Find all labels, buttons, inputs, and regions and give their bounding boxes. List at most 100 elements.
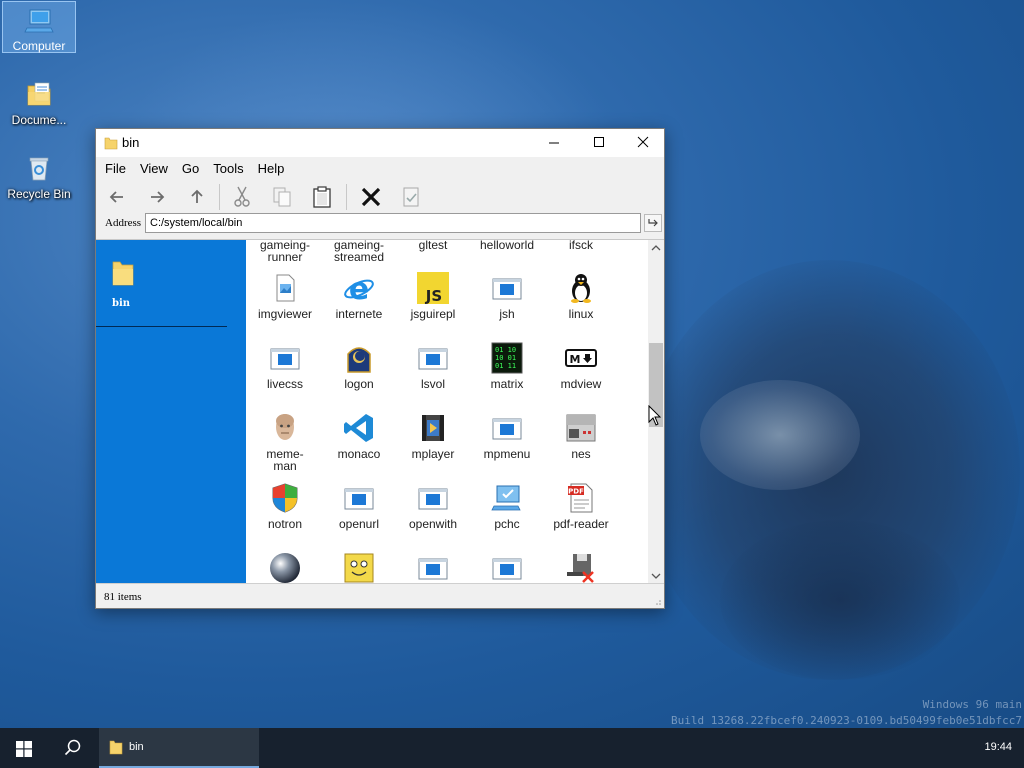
file-label: mplayer: [411, 447, 455, 461]
file-label: helloworld: [479, 240, 535, 252]
back-button[interactable]: [104, 184, 130, 210]
scissors-icon: [234, 186, 250, 207]
clock[interactable]: 19:44: [984, 741, 1012, 753]
cut-button[interactable]: [229, 184, 255, 210]
file-item[interactable]: 01 10 10 01 01 11 matrix: [469, 342, 545, 390]
image-viewer-icon: [276, 274, 295, 302]
address-bar: Address: [98, 213, 662, 235]
file-item[interactable]: [543, 552, 619, 584]
file-item[interactable]: imgviewer: [247, 272, 323, 320]
file-grid: gameing-runner gameing-streamed gltest h…: [246, 240, 648, 584]
title-bar[interactable]: bin: [96, 129, 664, 157]
desktop-icon-documents[interactable]: Docume...: [2, 76, 76, 127]
file-item[interactable]: [321, 552, 397, 584]
file-item[interactable]: linux: [543, 272, 619, 320]
minimize-button[interactable]: [531, 129, 576, 157]
menu-help[interactable]: Help: [251, 158, 292, 176]
file-label: mpmenu: [483, 447, 531, 461]
copy-button[interactable]: [269, 184, 295, 210]
app-window-icon: [418, 558, 448, 580]
menu-tools[interactable]: Tools: [206, 158, 250, 176]
media-player-icon: [422, 415, 444, 441]
search-icon: [64, 739, 81, 756]
file-label: openurl: [338, 517, 380, 531]
close-button[interactable]: [620, 129, 665, 157]
arrow-left-icon: [109, 191, 123, 203]
watermark-line: Windows 96 main: [922, 698, 1022, 711]
file-item[interactable]: mpmenu: [469, 412, 545, 460]
svg-text:e: e: [349, 272, 369, 304]
file-item[interactable]: mplayer: [395, 412, 471, 460]
file-item[interactable]: logon: [321, 342, 397, 390]
file-item[interactable]: [395, 552, 471, 584]
forward-button[interactable]: [144, 184, 170, 210]
windows-logo-icon: [16, 741, 32, 757]
app-window-icon: [270, 348, 300, 370]
menu-view[interactable]: View: [133, 158, 175, 176]
scroll-up-button[interactable]: [648, 240, 664, 256]
file-item[interactable]: M mdview: [543, 342, 619, 390]
paste-button[interactable]: [309, 184, 335, 210]
file-item[interactable]: jsh: [469, 272, 545, 320]
app-window-icon: [492, 558, 522, 580]
close-icon: [637, 136, 648, 148]
taskbar-window-bin[interactable]: bin: [99, 728, 259, 768]
file-label: gameing-runner: [259, 240, 311, 264]
scroll-down-button[interactable]: [648, 568, 664, 584]
copy-icon: [273, 187, 291, 207]
delete-button[interactable]: [358, 184, 384, 210]
up-button[interactable]: [184, 184, 210, 210]
toolbar: [98, 180, 662, 214]
file-item[interactable]: PDF pdf-reader: [543, 482, 619, 530]
file-label: lsvol: [420, 377, 445, 391]
address-go-button[interactable]: [644, 214, 662, 232]
file-item[interactable]: pchc: [469, 482, 545, 530]
start-button[interactable]: [0, 728, 48, 768]
chevron-up-icon: [651, 245, 661, 251]
file-item[interactable]: gameing-runner: [247, 240, 323, 263]
file-item[interactable]: livecss: [247, 342, 323, 390]
file-label: mdview: [560, 377, 602, 391]
file-item[interactable]: meme-man: [247, 412, 323, 472]
desktop-icon-label: Recycle Bin: [7, 187, 71, 201]
properties-button[interactable]: [398, 184, 424, 210]
file-label: imgviewer: [257, 307, 312, 321]
file-item[interactable]: helloworld: [469, 240, 545, 251]
file-item[interactable]: notron: [247, 482, 323, 530]
file-item[interactable]: [247, 552, 323, 584]
desktop-icon-recycle-bin[interactable]: Recycle Bin: [2, 150, 76, 201]
file-item[interactable]: e internete: [321, 272, 397, 320]
menu-go[interactable]: Go: [175, 158, 206, 176]
sidebar-folder-label: bin: [112, 298, 131, 309]
address-input[interactable]: [145, 213, 641, 233]
menu-file[interactable]: File: [98, 158, 133, 176]
build-watermark: Windows 96 main Build 13268.22fbcef0.240…: [671, 697, 1022, 728]
file-item[interactable]: [469, 552, 545, 584]
file-item[interactable]: openwith: [395, 482, 471, 530]
folder-icon: [112, 261, 134, 286]
file-label: internete: [335, 307, 383, 321]
file-item[interactable]: ifsck: [543, 240, 619, 251]
taskbar-search-button[interactable]: [50, 728, 96, 768]
internet-explorer-icon: e: [344, 272, 374, 304]
desktop-icon-computer[interactable]: Computer: [2, 1, 76, 53]
meme-man-icon: [276, 414, 294, 440]
file-item[interactable]: openurl: [321, 482, 397, 530]
file-item[interactable]: nes: [543, 412, 619, 460]
file-item[interactable]: gameing-streamed: [321, 240, 397, 263]
js-icon: JS: [417, 272, 449, 304]
explorer-window[interactable]: bin File View Go Tools Help Address C:/s…: [95, 128, 665, 609]
app-window-icon: [418, 488, 448, 510]
file-item[interactable]: lsvol: [395, 342, 471, 390]
matrix-icon: 01 1010 0101 11: [491, 342, 523, 374]
toolbar-separator: [346, 184, 347, 210]
file-item[interactable]: JS jsguirepl: [395, 272, 471, 320]
computer-icon: [24, 9, 54, 33]
file-label: nes: [571, 447, 591, 461]
file-item[interactable]: gltest: [395, 240, 471, 251]
file-item[interactable]: monaco: [321, 412, 397, 460]
app-window-icon: [492, 418, 522, 440]
taskbar-window-label: bin: [129, 741, 144, 753]
resize-grip-icon[interactable]: [652, 596, 662, 606]
maximize-button[interactable]: [576, 129, 621, 157]
